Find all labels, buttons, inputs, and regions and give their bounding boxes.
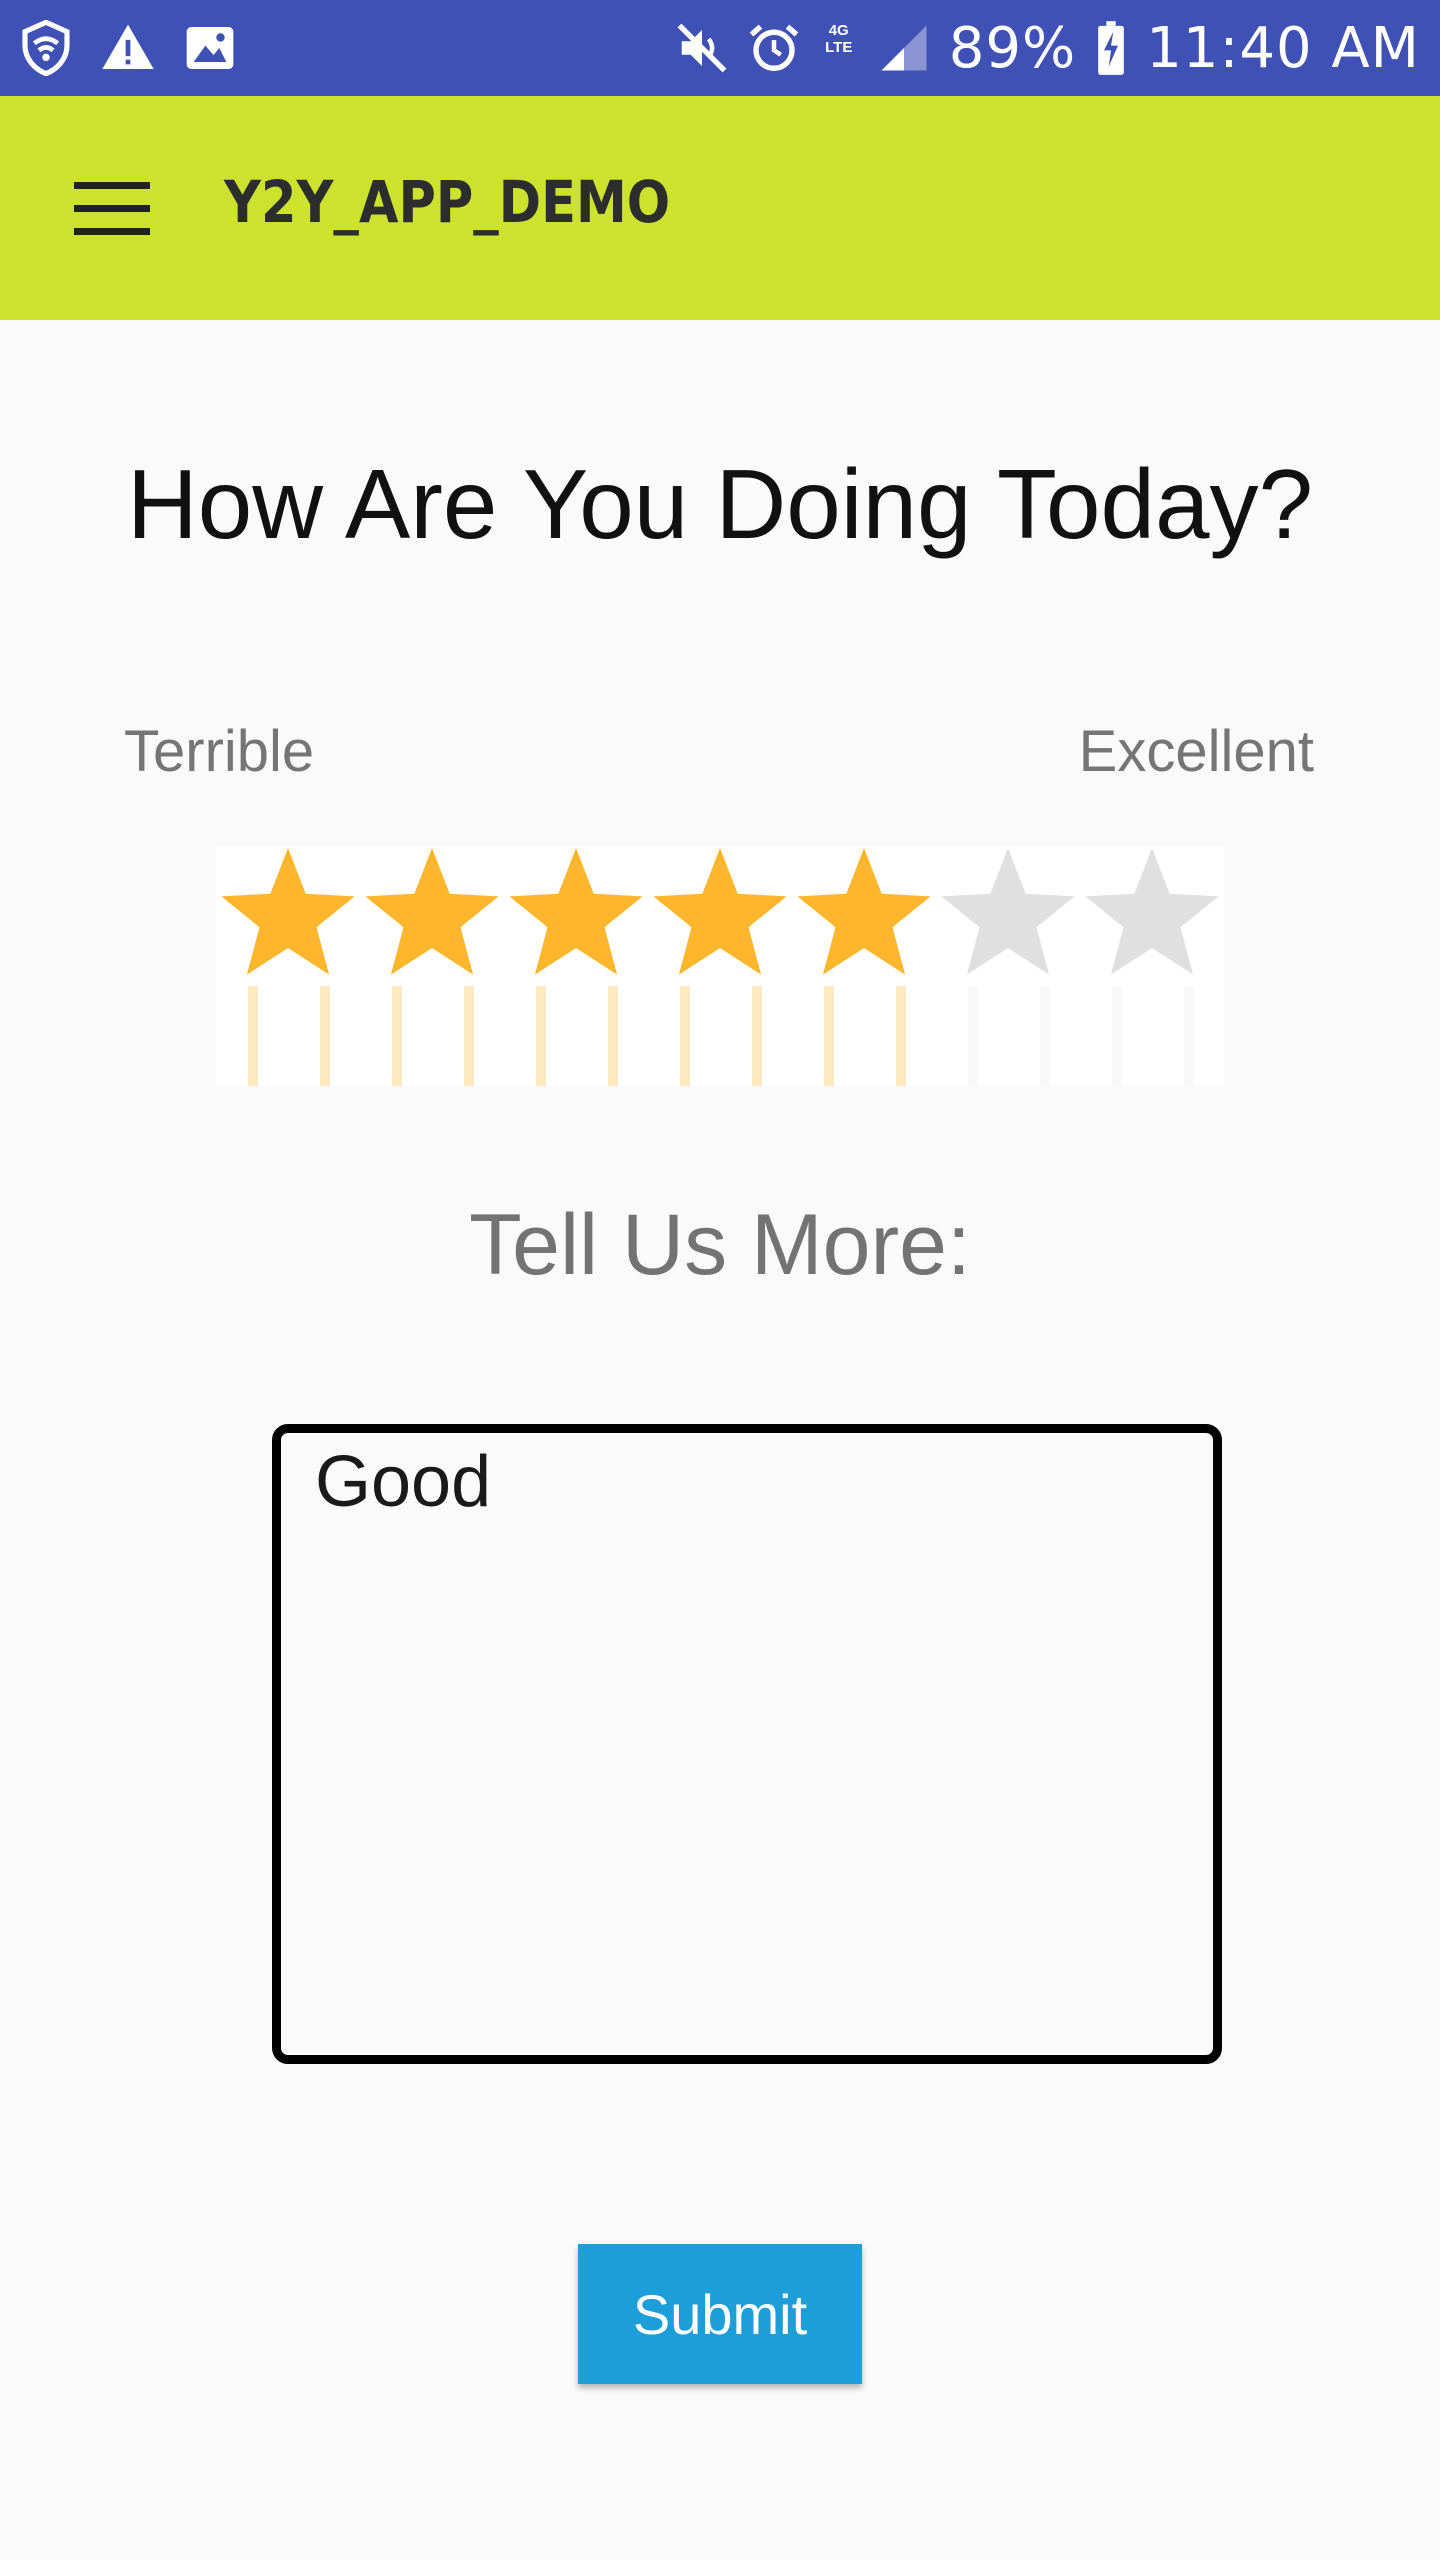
tell-us-more-label: Tell Us More: [469,1197,971,1293]
star-filled-icon[interactable] [504,846,648,1086]
app-title: Y2Y_APP_DEMO [224,168,671,236]
status-bar: 4G LTE 89% 11:40 AM [0,0,1440,96]
page-title: How Are You Doing Today? [127,449,1313,559]
battery-percent: 89% [948,15,1077,81]
star-filled-icon[interactable] [216,846,360,1086]
signal-icon [881,25,927,71]
star-filled-icon[interactable] [360,846,504,1086]
mute-icon [677,23,727,73]
star-empty-icon[interactable] [1080,846,1224,1086]
comment-textarea[interactable] [272,1424,1222,2064]
battery-charging-icon [1098,21,1125,75]
submit-button[interactable]: Submit [578,2244,862,2384]
alarm-icon [749,24,798,71]
app-bar: Y2Y_APP_DEMO [0,96,1440,320]
shield-wifi-icon [22,20,70,76]
star-filled-icon[interactable] [648,846,792,1086]
star-filled-icon[interactable] [792,846,936,1086]
star-rating-bar[interactable] [216,846,1224,1086]
warning-icon [102,24,154,70]
clock: 11:40 AM [1146,15,1420,81]
scale-max-label: Excellent [1078,719,1314,784]
hamburger-menu-icon[interactable] [74,182,150,236]
network-label: 4G LTE [825,22,853,56]
status-right-icons: 4G LTE 89% 11:40 AM [675,0,1420,96]
image-icon [186,27,234,69]
network-4g-icon: 4G LTE [819,20,859,76]
scale-min-label: Terrible [124,719,315,784]
star-empty-icon[interactable] [936,846,1080,1086]
status-left-icons [18,0,238,96]
